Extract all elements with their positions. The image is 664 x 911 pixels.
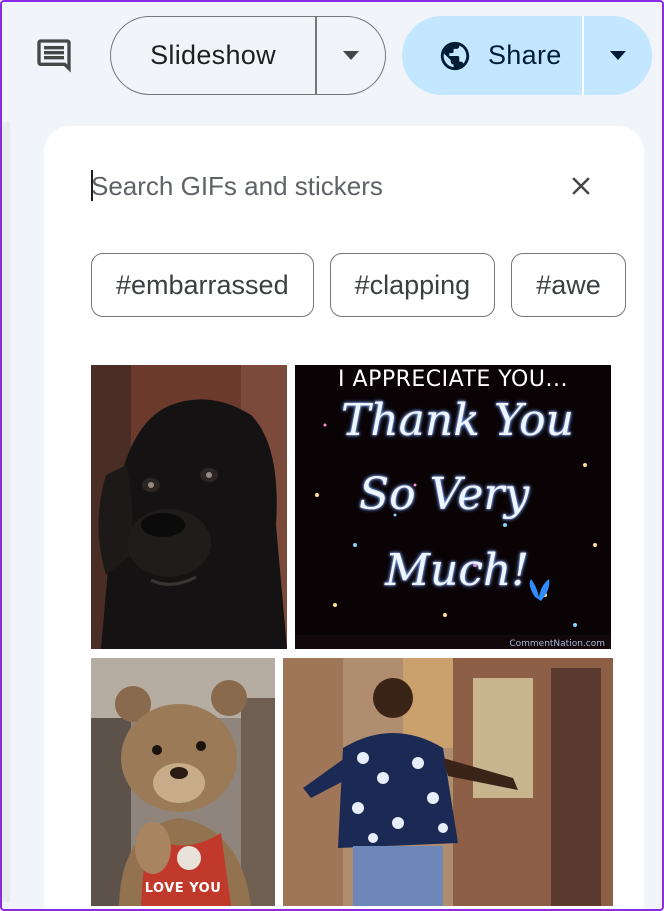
teddy-bear-image	[91, 658, 275, 906]
gif-search-input[interactable]	[91, 166, 521, 206]
dancing-image	[283, 658, 613, 906]
slide-panel-edge	[2, 122, 10, 902]
script-line-2: So Very	[359, 469, 530, 520]
chip-clapping[interactable]: #clapping	[329, 253, 496, 317]
caret-down-icon	[609, 50, 626, 60]
app-frame: Slideshow Share #embarr	[0, 0, 664, 911]
gif-search-row	[91, 166, 611, 206]
dancing-gif[interactable]	[283, 658, 613, 906]
slideshow-button[interactable]: Slideshow	[111, 40, 315, 71]
share-label: Share	[488, 40, 562, 70]
teddy-bear-gif[interactable]: LOVE YOU	[91, 658, 275, 906]
comment-button[interactable]	[30, 32, 78, 80]
caret-down-icon	[342, 50, 359, 60]
share-options-button[interactable]	[584, 50, 653, 61]
close-button[interactable]	[561, 166, 601, 206]
comment-icon	[37, 39, 71, 73]
text-cursor	[91, 170, 93, 201]
gif-sticker-panel: #embarrassed #clapping #awe	[44, 126, 644, 909]
chip-embarrassed[interactable]: #embarrassed	[91, 253, 314, 317]
close-icon	[572, 177, 590, 195]
suggestion-chips: #embarrassed #clapping #awe	[91, 253, 626, 317]
script-line-1: Thank You	[341, 395, 574, 446]
slideshow-button-group: Slideshow	[110, 16, 386, 95]
chip-awe[interactable]: #awe	[511, 253, 626, 317]
thank-you-gif[interactable]: I APPRECIATE YOU... Thank You So Very Mu…	[295, 365, 611, 649]
watermark-text: CommentNation.com	[509, 639, 605, 649]
globe-icon	[440, 41, 470, 70]
slideshow-options-button[interactable]	[317, 50, 386, 61]
script-line-3: Much!	[385, 545, 530, 596]
dog-gif[interactable]	[91, 365, 287, 649]
teddy-caption: LOVE YOU	[144, 881, 222, 896]
gif-title-text: I APPRECIATE YOU...	[338, 367, 568, 392]
share-button-group: Share	[402, 16, 652, 95]
dog-image	[91, 365, 287, 649]
share-button[interactable]: Share	[402, 39, 582, 73]
